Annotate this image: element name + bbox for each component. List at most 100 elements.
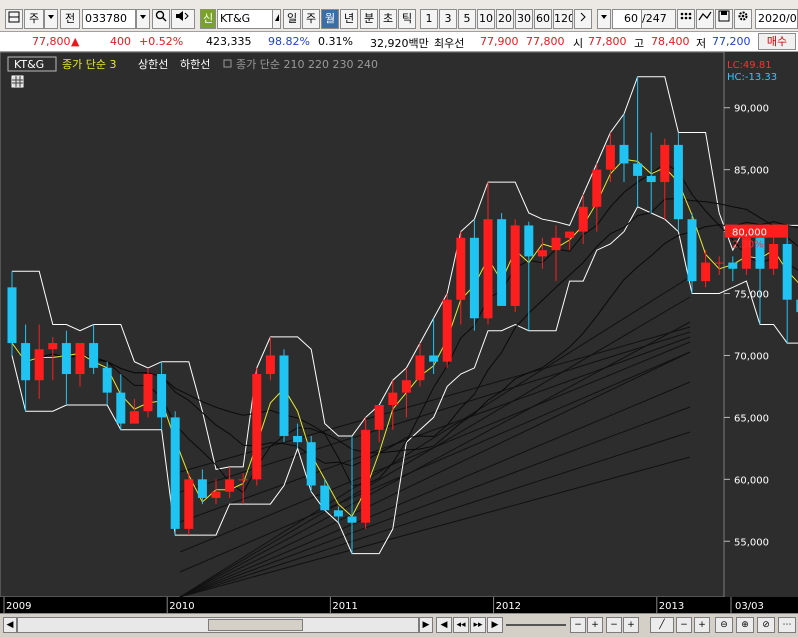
tab-day[interactable]: 일: [283, 9, 301, 29]
pct-tag: 2.30%: [732, 240, 764, 251]
candle-body: [469, 237, 479, 319]
stock-name-dropdown[interactable]: [273, 9, 281, 29]
next-page-button[interactable]: ▸▸: [470, 617, 486, 633]
period-select[interactable]: 주: [24, 9, 44, 29]
low-label: 저: [696, 37, 707, 50]
dots-icon[interactable]: [677, 9, 695, 29]
candle-body: [211, 491, 221, 498]
save-icon-svg: [718, 10, 730, 22]
interval-5[interactable]: 5: [458, 9, 476, 29]
speaker-icon[interactable]: [171, 9, 195, 29]
trend-icon[interactable]: [696, 9, 714, 29]
count-input[interactable]: 60: [612, 9, 642, 29]
candle-body: [116, 392, 126, 424]
fit-tool[interactable]: ⊘: [757, 617, 775, 633]
tab-second[interactable]: 초: [379, 9, 397, 29]
minus-tool[interactable]: −: [676, 617, 692, 633]
tab-tick[interactable]: 틱: [398, 9, 416, 29]
scroll-right-button[interactable]: ▶: [419, 617, 433, 633]
gear-icon-svg: [738, 11, 748, 21]
date-input[interactable]: 2020/0: [755, 9, 798, 29]
tab-week[interactable]: 주: [302, 9, 320, 29]
code-input[interactable]: 033780: [82, 9, 136, 29]
zoom-reset-plus-button[interactable]: +: [623, 617, 639, 633]
last-page-button[interactable]: ▶: [487, 617, 503, 633]
search-icon[interactable]: [152, 9, 170, 29]
candle-body: [184, 479, 194, 529]
code-dropdown[interactable]: [136, 9, 150, 29]
bid-price: 77,800: [526, 35, 565, 48]
prev-button[interactable]: 전: [60, 9, 80, 29]
lc-label: LC:49.81: [727, 60, 772, 71]
zoom-in-button[interactable]: +: [587, 617, 603, 633]
candle-body: [429, 355, 439, 362]
legend-lower[interactable]: 하한선: [180, 57, 210, 71]
chart-type-icon-svg: [8, 11, 20, 23]
plus-tool[interactable]: +: [694, 617, 710, 633]
candle-body: [265, 355, 275, 375]
buy-button[interactable]: 매수: [758, 33, 796, 50]
candle-body: [687, 219, 697, 282]
zoom-out-button[interactable]: −: [570, 617, 586, 633]
save-icon[interactable]: [715, 9, 733, 29]
scroll-left-button[interactable]: ◀: [3, 617, 17, 633]
y-tick-label: 90,000: [734, 104, 769, 115]
candle-body: [333, 510, 343, 517]
zoom-reset-button[interactable]: −: [606, 617, 622, 633]
trade-amount: 32,920백만: [370, 37, 429, 50]
interval-20[interactable]: 20: [496, 9, 514, 29]
tab-month[interactable]: 월: [321, 9, 339, 29]
interval-scroll[interactable]: [574, 9, 592, 29]
prev-page-button[interactable]: ◂◂: [453, 617, 469, 633]
scrollbar-track[interactable]: [17, 617, 419, 633]
trend-line-tool[interactable]: ╱: [650, 617, 674, 633]
legend-symbol: KT&G: [14, 58, 44, 71]
candle-body: [442, 299, 452, 362]
candle-body: [34, 349, 44, 381]
chart-area[interactable]: 55,000 60,000 65,000 70,000 75,000 80,000 85,0…: [0, 51, 798, 614]
interval-120[interactable]: 120: [553, 9, 573, 29]
legend-ma[interactable]: 종가 단순 3: [62, 58, 116, 71]
settings-tool[interactable]: ⋯: [778, 617, 796, 633]
interval-1[interactable]: 1: [420, 9, 438, 29]
stock-name-field[interactable]: KT&G: [217, 9, 273, 29]
tab-minute[interactable]: 분: [360, 9, 378, 29]
count-dropdown[interactable]: [597, 9, 611, 29]
triangle-icon: [274, 14, 279, 21]
interval-60[interactable]: 60: [534, 9, 552, 29]
candle-body: [279, 355, 289, 436]
turnover-pct: 0.31%: [318, 35, 353, 48]
legend-upper[interactable]: 상한선: [138, 58, 168, 71]
x-tick-label: 2013: [659, 601, 684, 612]
expand-tool[interactable]: ⊕: [736, 617, 754, 633]
chevron-down-icon: [140, 15, 146, 19]
gear-icon[interactable]: [734, 9, 752, 29]
high-price: 78,400: [651, 35, 690, 48]
trend-icon-svg: [698, 11, 712, 21]
candle-body: [170, 417, 180, 529]
chart-type-icon[interactable]: [5, 9, 23, 29]
high-label: 고: [634, 37, 645, 50]
interval-30[interactable]: 30: [515, 9, 533, 29]
reset-tool[interactable]: ⊖: [715, 617, 733, 633]
price-tag-label: 80,000: [732, 228, 767, 239]
candle-body: [401, 380, 411, 393]
candle-body: [157, 374, 167, 418]
candle-body: [714, 262, 724, 264]
candle-body: [143, 374, 153, 412]
candle-body: [497, 219, 507, 306]
first-page-button[interactable]: ◀: [436, 617, 452, 633]
tab-year[interactable]: 년: [340, 9, 358, 29]
candle-body: [578, 206, 588, 232]
x-tick-label: 2010: [169, 601, 194, 612]
period-dropdown[interactable]: [44, 9, 58, 29]
scrollbar-thumb[interactable]: [208, 619, 303, 631]
table-icon[interactable]: [11, 75, 24, 88]
candle-body: [701, 262, 711, 282]
zoom-slider-track[interactable]: [506, 624, 566, 626]
legend-ma-long[interactable]: 종가 단순 210 220 230 240: [236, 58, 378, 71]
y-tick-label: 55,000: [734, 537, 769, 548]
interval-10[interactable]: 10: [477, 9, 495, 29]
interval-3[interactable]: 3: [439, 9, 457, 29]
count-total: /247: [642, 9, 676, 29]
